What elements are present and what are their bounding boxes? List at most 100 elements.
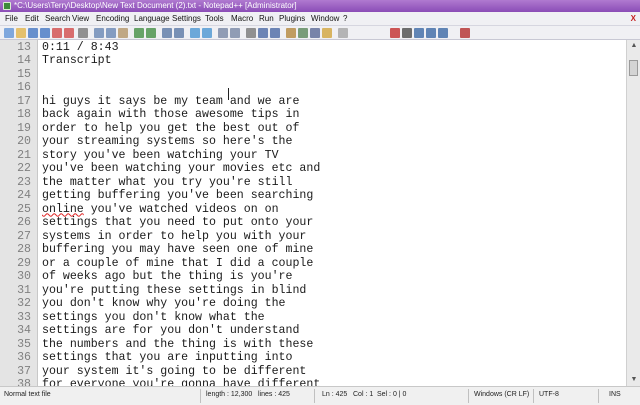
sync-h-icon[interactable] <box>230 28 240 38</box>
editor-line[interactable]: 36 settings that you are inputting into <box>0 351 626 365</box>
editor-line[interactable]: 28 buffering you may have seen one of min… <box>0 243 626 257</box>
editor-line[interactable]: 27 systems in order to help you with your <box>0 230 626 244</box>
editor-line[interactable]: 18 back again with those awesome tips in <box>0 108 626 122</box>
editor-line[interactable]: 25 online you've watched videos on on <box>0 203 626 217</box>
editor-line[interactable]: 14 Transcript <box>0 54 626 68</box>
editor-line[interactable]: 17 hi guys it says be my team and we are <box>0 95 626 109</box>
folder-workspace-icon[interactable] <box>322 28 332 38</box>
play-macro-icon[interactable] <box>414 28 424 38</box>
eol-format[interactable]: Windows (CR LF) <box>474 391 529 398</box>
open-file-icon[interactable] <box>16 28 26 38</box>
editor-line[interactable]: 16 <box>0 81 626 95</box>
menu-edit[interactable]: Edit <box>25 14 39 23</box>
menu-help[interactable]: ? <box>343 14 347 23</box>
stop-record-icon[interactable] <box>402 28 412 38</box>
word-wrap-icon[interactable] <box>246 28 256 38</box>
doc-length: length : 12,300 <box>206 391 253 398</box>
sync-v-icon[interactable] <box>218 28 228 38</box>
monitor-icon[interactable] <box>338 28 348 38</box>
file-type: Normal text file <box>4 391 51 398</box>
menu-encoding[interactable]: Encoding <box>96 14 129 23</box>
menu-settings[interactable]: Settings <box>172 14 201 23</box>
scroll-down-icon[interactable]: ▼ <box>627 374 640 386</box>
cut-icon[interactable] <box>94 28 104 38</box>
editor-line[interactable]: 20 your streaming systems so here's the <box>0 135 626 149</box>
editor-line[interactable]: 13 0:11 / 8:43 <box>0 41 626 55</box>
menu-tools[interactable]: Tools <box>205 14 224 23</box>
editor-line[interactable]: 29 or a couple of mine that I did a coupl… <box>0 257 626 271</box>
toolbar <box>0 26 640 40</box>
menu-plugins[interactable]: Plugins <box>279 14 305 23</box>
redo-icon[interactable] <box>146 28 156 38</box>
new-file-icon[interactable] <box>4 28 14 38</box>
close-all-icon[interactable] <box>64 28 74 38</box>
line-number: 24 <box>17 189 31 202</box>
editor-line[interactable]: 30 of weeks ago but the thing is you're <box>0 270 626 284</box>
editor-line[interactable]: 23 the matter what you try you're still <box>0 176 626 190</box>
line-number: 35 <box>17 337 31 351</box>
editor-line[interactable]: 24 getting buffering you've been searchin… <box>0 189 626 203</box>
insert-mode[interactable]: INS <box>609 391 621 398</box>
editor-line[interactable]: 22 you've been watching your movies etc a… <box>0 162 626 176</box>
save-icon[interactable] <box>28 28 38 38</box>
text-editor[interactable]: 13 0:11 / 8:43 14 Transcript 15 16 17 hi guys i… <box>0 40 626 386</box>
doc-map-icon[interactable] <box>298 28 308 38</box>
save-macro-icon[interactable] <box>438 28 448 38</box>
undo-icon[interactable] <box>134 28 144 38</box>
run-macro-icon[interactable] <box>426 28 436 38</box>
editor-line[interactable]: 26 settings that you need to put onto you… <box>0 216 626 230</box>
udl-icon[interactable] <box>286 28 296 38</box>
line-number: 19 <box>17 121 31 135</box>
save-all-icon[interactable] <box>40 28 50 38</box>
editor-line[interactable]: 32 you don't know why you're doing the <box>0 297 626 311</box>
editor-line[interactable]: 33 settings you don't know what the <box>0 311 626 325</box>
notepadpp-window: *C:\Users\Terry\Desktop\New Text Documen… <box>0 0 640 405</box>
encoding[interactable]: UTF-8 <box>539 391 559 398</box>
line-text: online you've watched videos on on <box>42 202 279 216</box>
menu-language[interactable]: Language <box>134 14 170 23</box>
line-text: 0:11 / 8:43 <box>42 40 119 54</box>
copy-icon[interactable] <box>106 28 116 38</box>
zoom-out-icon[interactable] <box>202 28 212 38</box>
print-icon[interactable] <box>78 28 88 38</box>
editor-line[interactable]: 38 for everyone you're gonna have differe… <box>0 378 626 386</box>
vertical-scrollbar[interactable]: ▲ ▼ <box>626 40 640 386</box>
status-divider <box>200 389 201 403</box>
line-number: 13 <box>17 40 31 54</box>
function-list-icon[interactable] <box>310 28 320 38</box>
record-macro-icon[interactable] <box>390 28 400 38</box>
line-text: for everyone you're gonna have different <box>42 378 321 386</box>
menu-file[interactable]: File <box>5 14 18 23</box>
window-title: *C:\Users\Terry\Desktop\New Text Documen… <box>14 1 297 10</box>
editor-line[interactable]: 21 story you've been watching your TV <box>0 149 626 163</box>
line-number: 37 <box>17 364 31 378</box>
cursor-column: Col : 1 <box>353 391 374 398</box>
menu-run[interactable]: Run <box>259 14 274 23</box>
editor-line[interactable]: 31 you're putting these settings in blind <box>0 284 626 298</box>
line-number: 28 <box>17 243 31 256</box>
line-number: 18 <box>17 108 31 121</box>
close-icon[interactable] <box>52 28 62 38</box>
editor-line[interactable]: 37 your system it's going to be different <box>0 365 626 379</box>
menu-view[interactable]: View <box>72 14 89 23</box>
editor-line[interactable]: 19 order to help you get the best out of <box>0 122 626 136</box>
show-all-chars-icon[interactable] <box>258 28 268 38</box>
line-number: 23 <box>17 175 31 189</box>
paste-icon[interactable] <box>118 28 128 38</box>
menu-search[interactable]: Search <box>45 14 70 23</box>
spell-check-icon[interactable] <box>460 28 470 38</box>
zoom-in-icon[interactable] <box>190 28 200 38</box>
menu-macro[interactable]: Macro <box>231 14 253 23</box>
title-bar[interactable]: *C:\Users\Terry\Desktop\New Text Documen… <box>0 0 640 12</box>
find-icon[interactable] <box>162 28 172 38</box>
scrollbar-thumb[interactable] <box>629 60 638 76</box>
editor-line[interactable]: 15 <box>0 68 626 82</box>
indent-guide-icon[interactable] <box>270 28 280 38</box>
close-window-icon[interactable]: X <box>631 14 636 23</box>
replace-icon[interactable] <box>174 28 184 38</box>
editor-line[interactable]: 35 the numbers and the thing is with thes… <box>0 338 626 352</box>
menu-window[interactable]: Window <box>311 14 339 23</box>
scroll-up-icon[interactable]: ▲ <box>627 40 640 52</box>
editor-line[interactable]: 34 settings are for you don't understand <box>0 324 626 338</box>
menu-bar: File Edit Search View Encoding Language … <box>0 12 640 26</box>
